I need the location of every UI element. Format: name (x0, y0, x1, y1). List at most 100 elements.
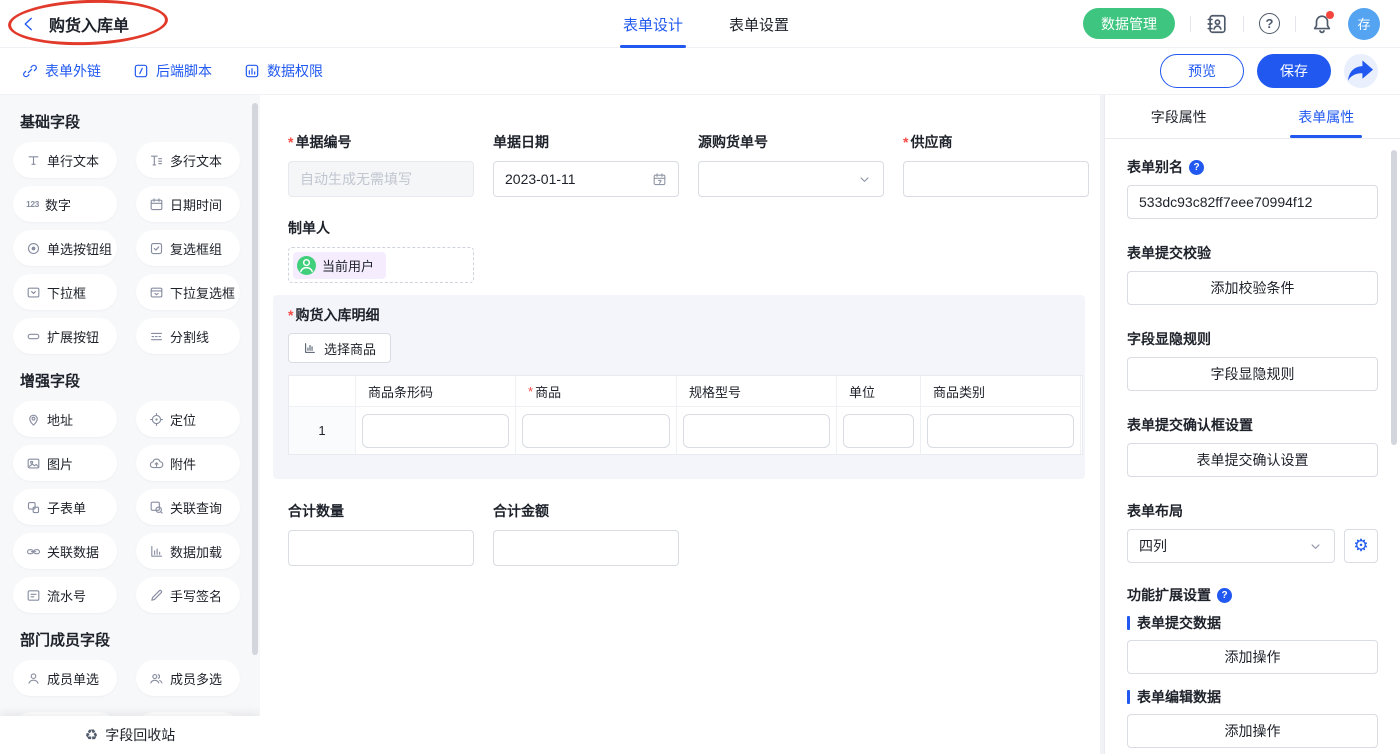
image-icon (26, 456, 41, 471)
user-person-icon (297, 256, 316, 275)
data-manage-button[interactable]: 数据管理 (1083, 8, 1175, 39)
field-creator[interactable]: 制单人 当前用户 (288, 218, 1072, 283)
field-pill[interactable]: 单行文本 (13, 142, 117, 178)
field-pill[interactable]: 123 数字 (13, 186, 117, 222)
divider-line-icon (149, 329, 164, 344)
toolbar-link[interactable]: 后端脚本 (133, 61, 212, 81)
help-icon[interactable] (1217, 588, 1232, 603)
table-cell-input[interactable] (927, 414, 1074, 448)
field-total-amount[interactable]: 合计金额 (493, 501, 679, 566)
field-pill[interactable]: 成员单选 (13, 660, 117, 696)
field-recycle-bin-button[interactable]: ♻ 字段回收站 (0, 716, 260, 754)
total-amount-input[interactable] (493, 530, 679, 566)
sidebar-scrollbar[interactable] (252, 103, 258, 655)
field-pill[interactable]: 分割线 (136, 318, 240, 354)
field-pill[interactable]: 关联查询 (136, 489, 240, 525)
header-tab[interactable]: 表单设置 (729, 0, 789, 48)
help-icon[interactable] (1259, 13, 1280, 34)
field-pill[interactable]: 下拉复选框 (136, 274, 240, 310)
address-icon (26, 412, 41, 427)
layout-settings-button[interactable]: ⚙ (1344, 529, 1378, 563)
table-cell-input[interactable] (522, 414, 670, 448)
related-query-icon (149, 500, 164, 515)
checkbox-group-icon (149, 241, 164, 256)
edit-add-action-button[interactable]: 添加操作 (1127, 714, 1378, 748)
form-toolbar: 表单外链 后端脚本 数据权限 预览 保存 (0, 48, 1400, 95)
field-pill[interactable]: 子表单 (13, 489, 117, 525)
source-order-select[interactable] (698, 161, 884, 197)
submit-confirm-button[interactable]: 表单提交确认设置 (1127, 443, 1378, 477)
select-icon (26, 285, 41, 300)
doc-no-input[interactable]: 自动生成无需填写 (288, 161, 474, 197)
toolbar-link[interactable]: 表单外链 (22, 61, 101, 81)
page-title: 购货入库单 (49, 12, 129, 36)
header-tab[interactable]: 表单设计 (623, 0, 683, 48)
column-header: 规格型号 (677, 376, 837, 407)
field-pill[interactable]: 定位 (136, 401, 240, 437)
header-tabs: 表单设计 表单设置 (623, 0, 789, 48)
doc-date-input[interactable]: 2023-01-11 (493, 161, 679, 197)
field-pill[interactable]: 扩展按钮 (13, 318, 117, 354)
field-source-order[interactable]: 源购货单号 (698, 132, 884, 197)
notification-bell-icon[interactable] (1311, 13, 1333, 35)
field-pill[interactable]: 日期时间 (136, 186, 240, 222)
field-pill[interactable]: 图片 (13, 445, 117, 481)
table-cell (356, 407, 516, 454)
basic-field-grid: 单行文本 多行文本 123 数字 日期时间 (13, 142, 260, 354)
field-pill[interactable]: 成员多选 (136, 660, 240, 696)
panel-tab[interactable]: 字段属性 (1105, 95, 1253, 138)
member-multi-icon (149, 671, 164, 686)
field-pill[interactable]: 下拉框 (13, 274, 117, 310)
save-button[interactable]: 保存 (1257, 54, 1331, 88)
help-icon[interactable] (1189, 160, 1204, 175)
edit-data-label: 表单编辑数据 (1127, 687, 1378, 707)
form-layout-select[interactable]: 四列 (1127, 529, 1335, 563)
share-button[interactable] (1344, 54, 1378, 88)
field-pill[interactable]: 多行文本 (136, 142, 240, 178)
number-icon: 123 (26, 197, 39, 212)
field-pill[interactable]: 单选按钮组 (13, 230, 117, 266)
chevron-down-icon (1308, 539, 1323, 554)
field-pill[interactable]: 数据加载 (136, 533, 240, 569)
field-total-qty[interactable]: 合计数量 (288, 501, 474, 566)
table-cell (677, 407, 837, 454)
field-supplier[interactable]: 供应商 (903, 132, 1089, 197)
table-cell-input[interactable] (362, 414, 509, 448)
form-alias-label: 表单别名 (1127, 157, 1378, 177)
field-doc-date[interactable]: 单据日期 2023-01-11 (493, 132, 679, 197)
panel-tab[interactable]: 表单属性 (1253, 95, 1400, 138)
submit-add-action-button[interactable]: 添加操作 (1127, 640, 1378, 674)
visibility-rules-button[interactable]: 字段显隐规则 (1127, 357, 1378, 391)
table-cell-input[interactable] (683, 414, 830, 448)
back-button[interactable] (20, 15, 38, 33)
form-alias-input[interactable]: 533dc93c82ff7eee70994f12 (1127, 185, 1378, 219)
creator-input[interactable]: 当前用户 (288, 247, 474, 283)
field-doc-no[interactable]: 单据编号 自动生成无需填写 (288, 132, 474, 197)
add-validation-button[interactable]: 添加校验条件 (1127, 271, 1378, 305)
table-cell-input[interactable] (843, 414, 914, 448)
select-product-button[interactable]: 选择商品 (288, 333, 391, 363)
toolbar-link[interactable]: 数据权限 (244, 61, 323, 81)
signature-icon (149, 588, 164, 603)
total-qty-input[interactable] (288, 530, 474, 566)
toolbar-actions: 预览 保存 (1160, 54, 1378, 88)
member-field-grid: 成员单选 成员多选 (13, 660, 260, 696)
detail-subform-section[interactable]: 购货入库明细 选择商品 商品条形码 商品 规格型号 单位 (273, 295, 1085, 479)
field-pill[interactable]: 复选框组 (136, 230, 240, 266)
script-icon (133, 63, 149, 79)
field-pill[interactable]: 关联数据 (13, 533, 117, 569)
contacts-book-icon[interactable] (1206, 13, 1228, 35)
locate-icon (149, 412, 164, 427)
form-layout-label: 表单布局 (1127, 501, 1378, 521)
supplier-input[interactable] (903, 161, 1089, 197)
field-pill[interactable]: 流水号 (13, 577, 117, 613)
field-pill[interactable]: 地址 (13, 401, 117, 437)
preview-button[interactable]: 预览 (1160, 54, 1244, 88)
field-pill[interactable]: 手写签名 (136, 577, 240, 613)
column-header: 商品 (516, 376, 677, 407)
field-pill[interactable]: 附件 (136, 445, 240, 481)
submit-data-label: 表单提交数据 (1127, 613, 1378, 633)
user-avatar[interactable]: 存 (1348, 8, 1380, 40)
page-scrollbar[interactable] (1391, 150, 1397, 445)
visibility-rules-label: 字段显隐规则 (1127, 329, 1378, 349)
